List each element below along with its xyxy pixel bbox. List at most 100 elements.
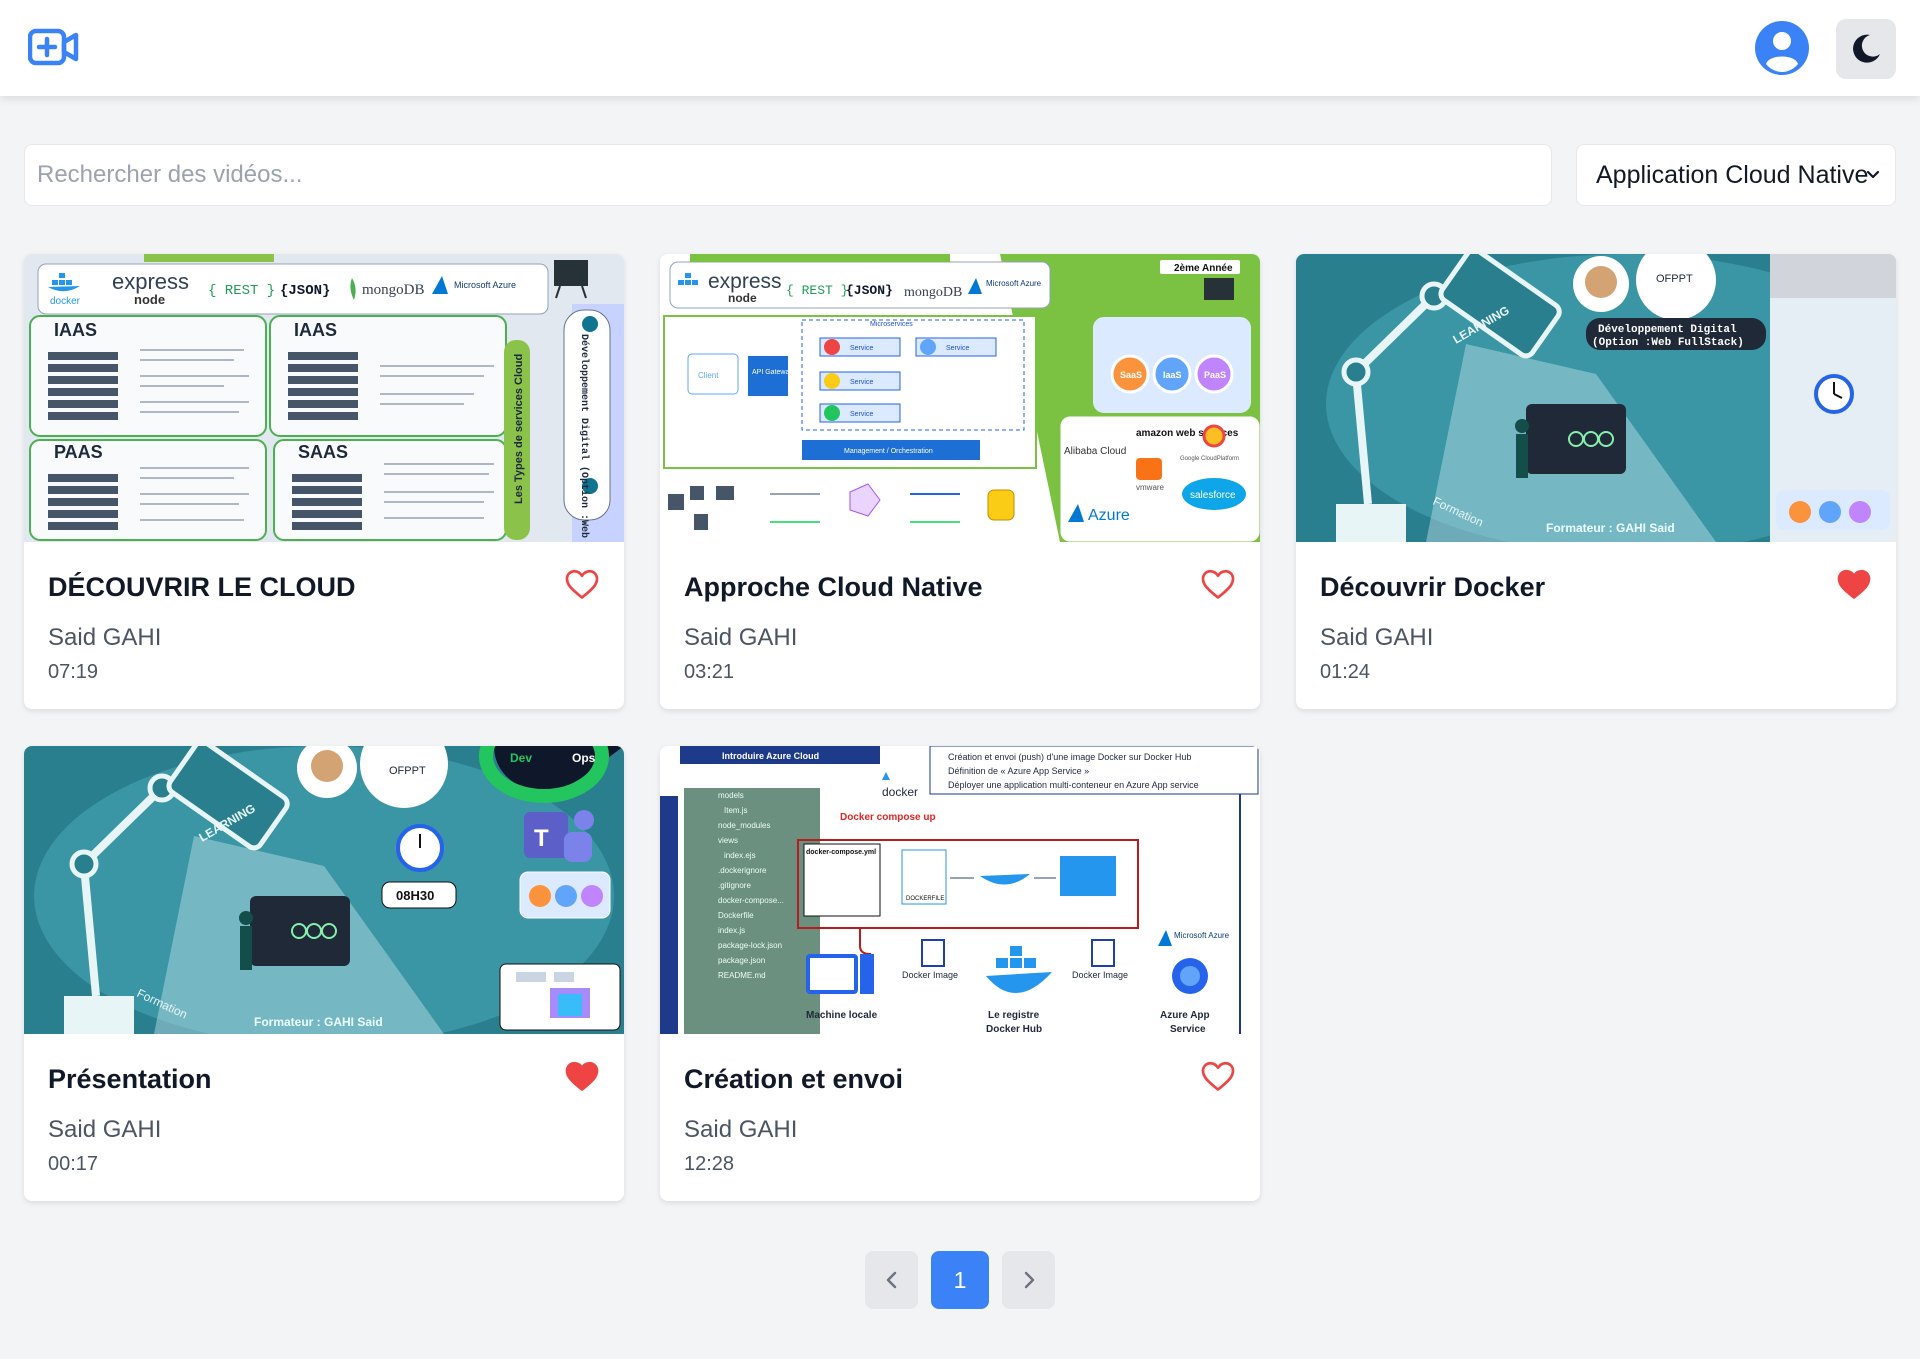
svg-text:PAAS: PAAS [54, 442, 103, 462]
chevron-right-icon [1024, 1271, 1034, 1289]
pagination-page-button[interactable]: 1 [931, 1251, 989, 1309]
svg-text:T: T [534, 825, 549, 852]
svg-text:.dockerignore: .dockerignore [718, 866, 767, 875]
svg-text:mongoDB: mongoDB [362, 282, 425, 298]
video-author: Said GAHI [48, 1116, 162, 1143]
svg-text:Client: Client [698, 371, 719, 380]
svg-text:node: node [134, 292, 165, 307]
svg-text:Docker Image: Docker Image [1072, 970, 1128, 980]
svg-text:express: express [112, 269, 189, 294]
svg-text:Le registre: Le registre [988, 1010, 1040, 1021]
svg-text:Azure: Azure [1088, 507, 1130, 524]
favorite-heart-icon[interactable] [1200, 566, 1236, 602]
video-duration: 00:17 [48, 1153, 99, 1175]
video-duration: 03:21 [684, 661, 735, 683]
video-duration: 12:28 [684, 1153, 735, 1175]
video-duration: 07:19 [48, 661, 99, 683]
svg-text:mongoDB: mongoDB [904, 285, 962, 300]
user-profile-button[interactable] [1753, 19, 1811, 77]
svg-text:2ème Année: 2ème Année [1174, 263, 1233, 274]
svg-text:node: node [728, 291, 757, 305]
svg-text:PaaS: PaaS [1204, 370, 1226, 380]
svg-text:.gitignore: .gitignore [718, 881, 751, 890]
pagination-prev-button[interactable] [865, 1251, 918, 1309]
svg-text:Microsoft Azure: Microsoft Azure [986, 279, 1042, 288]
video-card[interactable]: express node { REST } {JSON} mongoDB Mic… [660, 254, 1260, 709]
favorite-heart-filled-icon[interactable] [1836, 566, 1872, 602]
svg-text:Ops: Ops [572, 751, 596, 765]
svg-text:IaaS: IaaS [1163, 370, 1182, 380]
svg-text:models: models [718, 791, 744, 800]
svg-text:Google CloudPlatform: Google CloudPlatform [1180, 456, 1239, 462]
svg-text:Formateur : GAHI Said: Formateur : GAHI Said [254, 1015, 383, 1029]
svg-text:IAAS: IAAS [54, 320, 97, 340]
video-author: Said GAHI [684, 624, 798, 651]
video-card[interactable]: LEARNING Formation OFPPT 08H30 Dev Ops T [24, 746, 624, 1201]
favorite-heart-icon[interactable] [1200, 1058, 1236, 1094]
video-author: Said GAHI [48, 624, 162, 651]
svg-text:Docker Image: Docker Image [902, 970, 958, 980]
svg-text:Machine locale: Machine locale [806, 1010, 878, 1021]
video-card[interactable]: LEARNING Formation OFPPT Développement D… [1296, 254, 1896, 709]
svg-text:{JSON}: {JSON} [280, 283, 330, 299]
pagination-next-button[interactable] [1002, 1251, 1055, 1309]
video-title[interactable]: Découvrir Docker [1320, 572, 1545, 603]
svg-text:Les Types de services Cloud: Les Types de services Cloud [513, 354, 525, 504]
svg-text:Alibaba Cloud: Alibaba Cloud [1064, 446, 1126, 457]
video-title[interactable]: Création et envoi [684, 1064, 903, 1095]
svg-text:Définition de « Azure App Serv: Définition de « Azure App Service » [948, 766, 1089, 776]
video-thumbnail[interactable]: express node { REST } {JSON} mongoDB Mic… [660, 254, 1260, 542]
svg-text:Déployer une application multi: Déployer une application multi-conteneur… [948, 780, 1199, 790]
video-card[interactable]: Introduire Azure Cloud Création et envoi… [660, 746, 1260, 1201]
svg-text:package.json: package.json [718, 956, 765, 965]
category-select[interactable]: Application Cloud Native [1576, 144, 1896, 206]
svg-text:docker-compose.yml: docker-compose.yml [806, 849, 876, 856]
svg-text:Développement Digital (Option: Développement Digital (Option :Web FullS… [578, 334, 590, 542]
video-thumbnail[interactable]: docker express node { REST } {JSON} mong… [24, 254, 624, 542]
svg-text:express: express [708, 270, 782, 293]
svg-text:Management / Orchestration: Management / Orchestration [844, 448, 933, 455]
svg-text:API Gateway: API Gateway [752, 369, 793, 376]
svg-text:package-lock.json: package-lock.json [718, 941, 782, 950]
svg-text:Microsoft Azure: Microsoft Azure [1174, 931, 1230, 940]
svg-text:Introduire Azure Cloud: Introduire Azure Cloud [722, 751, 819, 761]
svg-text:SaaS: SaaS [1120, 370, 1142, 380]
video-title[interactable]: Approche Cloud Native [684, 572, 983, 603]
search-input[interactable] [24, 144, 1552, 206]
favorite-heart-filled-icon[interactable] [564, 1058, 600, 1094]
video-plus-icon[interactable] [27, 28, 80, 68]
theme-toggle-button[interactable] [1836, 19, 1896, 79]
svg-text:Service: Service [850, 345, 873, 352]
favorite-heart-icon[interactable] [564, 566, 600, 602]
video-title[interactable]: Présentation [48, 1064, 212, 1095]
svg-text:Service: Service [1170, 1024, 1206, 1034]
svg-text:OFPPT: OFPPT [1656, 273, 1693, 285]
video-card[interactable]: docker express node { REST } {JSON} mong… [24, 254, 624, 709]
user-circle-icon [1755, 21, 1809, 75]
svg-text:Création et envoi (push) d'une: Création et envoi (push) d'une image Doc… [948, 752, 1191, 762]
svg-text:docker-compose...: docker-compose... [718, 896, 784, 905]
svg-text:Item.js: Item.js [724, 806, 748, 815]
svg-text:Formateur : GAHI Said: Formateur : GAHI Said [1546, 521, 1675, 535]
svg-text:Service: Service [946, 345, 969, 352]
svg-text:Docker Hub: Docker Hub [986, 1024, 1042, 1034]
svg-text:Microservices: Microservices [870, 321, 913, 328]
svg-text:Service: Service [850, 411, 873, 418]
video-title[interactable]: DÉCOUVRIR LE CLOUD [48, 572, 356, 603]
svg-text:Docker compose up: Docker compose up [840, 812, 936, 823]
svg-text:{ REST }: { REST } [208, 283, 275, 299]
video-thumbnail[interactable]: LEARNING Formation OFPPT 08H30 Dev Ops T [24, 746, 624, 1034]
svg-text:index.ejs: index.ejs [724, 851, 756, 860]
chevron-left-icon [886, 1271, 896, 1289]
svg-text:(Option :Web FullStack): (Option :Web FullStack) [1592, 337, 1744, 349]
svg-text:OFPPT: OFPPT [389, 765, 426, 777]
svg-text:README.md: README.md [718, 971, 766, 980]
svg-text:Microsoft Azure: Microsoft Azure [454, 280, 516, 290]
moon-icon [1853, 34, 1880, 63]
top-navbar [0, 0, 1920, 96]
svg-text:Dev: Dev [510, 751, 532, 765]
video-thumbnail[interactable]: LEARNING Formation OFPPT Développement D… [1296, 254, 1896, 542]
svg-text:Développement Digital: Développement Digital [1598, 324, 1737, 336]
video-thumbnail[interactable]: Introduire Azure Cloud Création et envoi… [660, 746, 1260, 1034]
svg-text:docker: docker [882, 785, 918, 799]
